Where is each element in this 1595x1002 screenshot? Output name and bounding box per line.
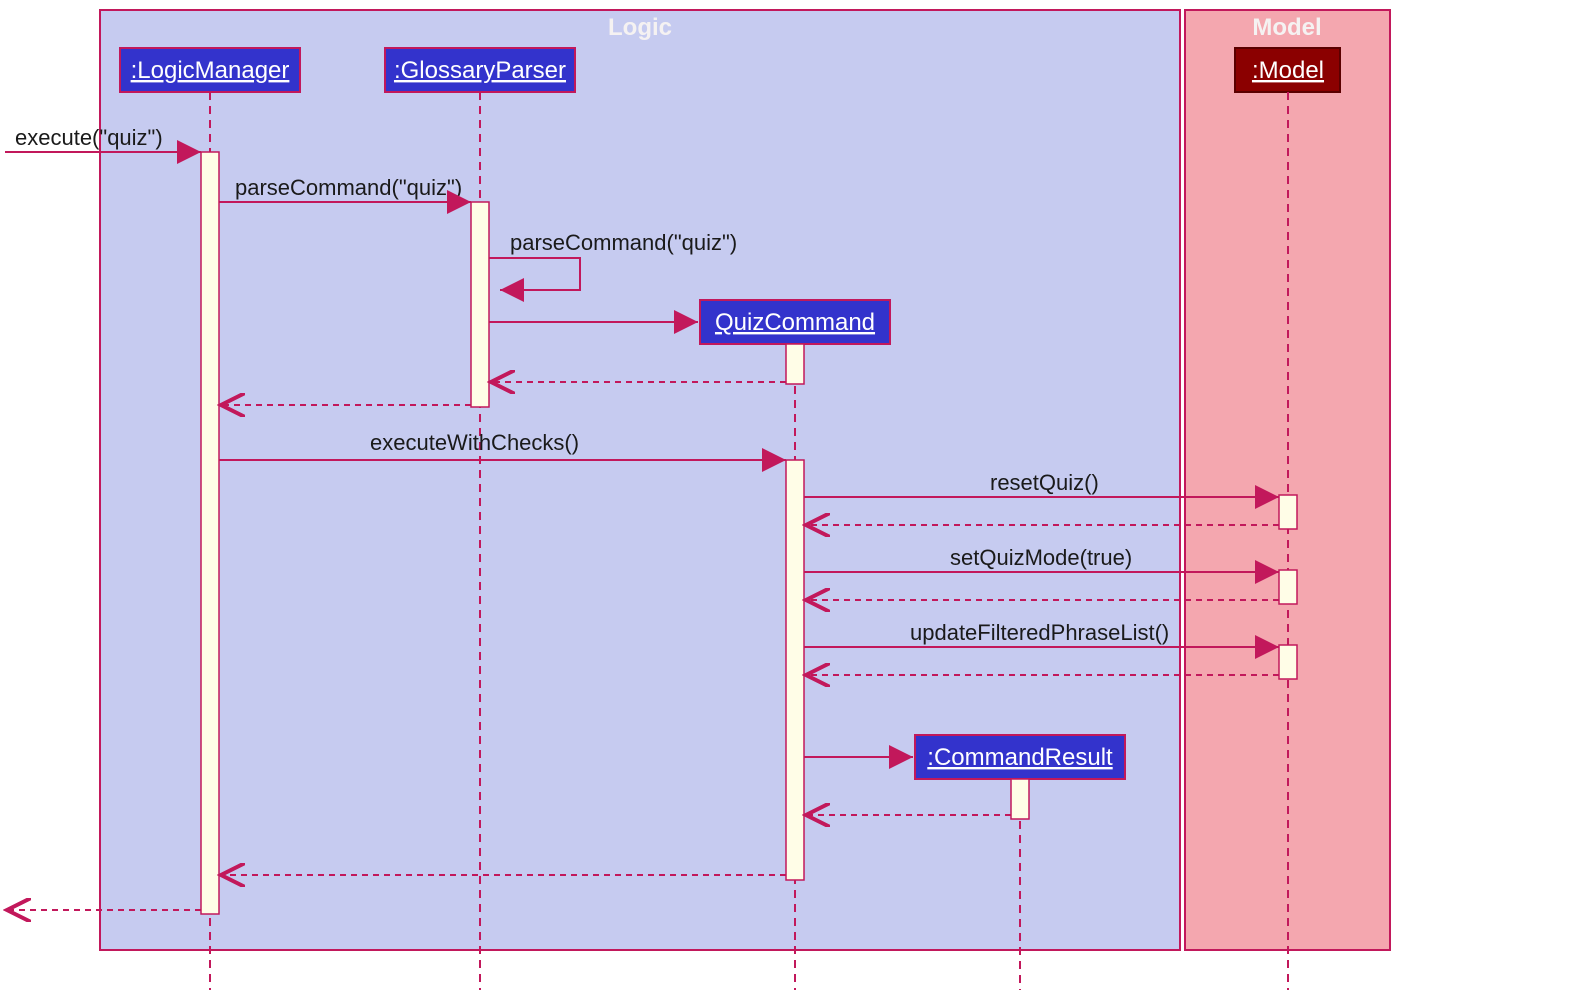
model-label: :Model xyxy=(1252,57,1324,84)
command-result-activation xyxy=(1011,779,1029,819)
glossary-parser-activation xyxy=(471,202,489,407)
model-frame-label: Model xyxy=(1252,14,1321,41)
resetquiz-msg: resetQuiz() xyxy=(990,470,1099,495)
parsecommand1-msg: parseCommand("quiz") xyxy=(235,175,462,200)
glossary-parser-object: :GlossaryParser xyxy=(385,48,575,92)
sequence-diagram: Logic Model :LogicManager :GlossaryParse… xyxy=(0,0,1595,1002)
logic-manager-label: :LogicManager xyxy=(131,57,290,84)
model-activation-3 xyxy=(1279,645,1297,679)
parsecommand2-msg: parseCommand("quiz") xyxy=(510,230,737,255)
logic-manager-object: :LogicManager xyxy=(120,48,300,92)
quiz-command-activation-1 xyxy=(786,344,804,384)
glossary-parser-label: :GlossaryParser xyxy=(394,57,566,84)
model-activation-2 xyxy=(1279,570,1297,604)
updatefiltered-msg: updateFilteredPhraseList() xyxy=(910,620,1169,645)
model-activation-1 xyxy=(1279,495,1297,529)
command-result-label: :CommandResult xyxy=(927,744,1113,771)
model-object: :Model xyxy=(1235,48,1340,92)
setquizmode-msg: setQuizMode(true) xyxy=(950,545,1132,570)
logic-manager-activation xyxy=(201,152,219,914)
logic-frame-label: Logic xyxy=(608,14,672,41)
quiz-command-activation-2 xyxy=(786,460,804,880)
execute-msg: execute("quiz") xyxy=(15,125,163,150)
quiz-command-label: QuizCommand xyxy=(715,309,875,336)
command-result-object: :CommandResult xyxy=(915,735,1125,779)
quiz-command-object: QuizCommand xyxy=(700,300,890,344)
executewithchecks-msg: executeWithChecks() xyxy=(370,430,579,455)
